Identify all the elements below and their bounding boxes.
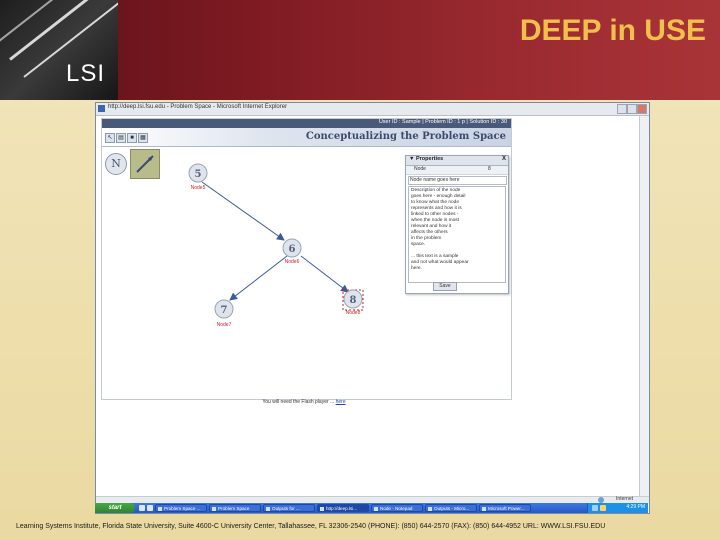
start-button[interactable]: start (95, 503, 135, 513)
window-icon (266, 507, 270, 511)
vertical-scrollbar[interactable] (639, 116, 649, 496)
taskbar-item-label: Node - Notepad (380, 506, 413, 511)
graph-node[interactable]: 6 Node6 (282, 238, 302, 265)
description-line: relevant and how it (411, 224, 452, 229)
select-icon[interactable]: ↖ (105, 133, 115, 143)
collapse-icon[interactable]: ▼ (409, 156, 416, 162)
property-row: Node 8 (406, 166, 508, 175)
slide-header-bar: LSI DEEP in USE (0, 0, 720, 100)
description-line: when the node is most (411, 218, 459, 223)
description-line: affects the others (411, 230, 448, 235)
browser-titlebar[interactable]: http://deep.lsi.fsu.edu - Problem Space … (96, 103, 649, 116)
browser-window: http://deep.lsi.fsu.edu - Problem Space … (95, 102, 650, 514)
taskbar-item-label: Microsoft Power... (488, 506, 525, 511)
taskbar-item[interactable]: Problem Space ... (155, 504, 207, 512)
graph-node[interactable]: 7 Node7 (214, 299, 234, 328)
taskbar-item[interactable]: Outputs - Micro... (425, 504, 477, 512)
node-number: 6 (289, 244, 296, 255)
graph-node[interactable]: 5 Node5 (188, 163, 208, 191)
slide-footer: Learning Systems Institute, Florida Stat… (16, 523, 606, 530)
node-number: 8 (350, 295, 357, 306)
logo-text: LSI (66, 60, 106, 87)
taskbar-item-label: Outputs for ... (272, 506, 300, 511)
minimize-icon[interactable] (617, 104, 627, 114)
taskbar-item-label: Outputs - Micro... (434, 506, 470, 511)
window-icon (320, 507, 324, 511)
window-icon (374, 507, 378, 511)
edge-6-7[interactable] (229, 255, 288, 301)
description-line: represents and how it is (411, 206, 462, 211)
edge-6-8[interactable] (300, 255, 349, 293)
node-name-field[interactable]: Node name goes here (408, 176, 507, 185)
lsi-logo: LSI (0, 0, 118, 100)
print-icon[interactable]: ▦ (138, 133, 148, 143)
properties-title: Properties (415, 156, 444, 162)
volume-icon[interactable] (600, 505, 606, 511)
status-zone-text: Internet (616, 496, 633, 502)
edge-5-6[interactable] (201, 181, 285, 241)
description-line: Description of the node (411, 188, 461, 193)
node-label: Node8 (346, 310, 361, 316)
property-value: 8 (488, 166, 491, 172)
property-key: Node (414, 166, 426, 172)
taskbar-item[interactable]: Outputs for ... (263, 504, 315, 512)
properties-panel: ▼ Properties X Node 8 Node name goes her… (405, 155, 509, 294)
flash-notice: You will need the Flash player ... here (262, 399, 346, 405)
window-icon (158, 507, 162, 511)
problem-space-app: User ID : Sample | Problem ID : 1 p | So… (101, 118, 512, 400)
window-icon (428, 507, 432, 511)
close-icon[interactable]: X (502, 156, 506, 162)
quick-launch-desktop-icon[interactable] (147, 505, 153, 511)
app-header: ↖ ▤ ■ ▦ Conceptualizing the Problem Spac… (102, 128, 511, 147)
graph-node-selected[interactable]: 8 Node8 (342, 289, 364, 316)
description-line: linked to other nodes - (411, 212, 459, 217)
description-line: here. (411, 266, 422, 271)
node-number: 5 (195, 169, 202, 180)
open-icon[interactable]: ▤ (116, 133, 126, 143)
taskbar-item-label: Problem Space (218, 506, 250, 511)
node-label: Node5 (191, 185, 206, 191)
ie-icon (98, 105, 105, 112)
maximize-icon[interactable] (627, 104, 637, 114)
flash-download-link[interactable]: here (336, 399, 346, 405)
clock[interactable]: 4:29 PM (626, 504, 645, 510)
window-icon (482, 507, 486, 511)
description-line: and not what would appear (411, 260, 469, 265)
windows-taskbar: start Problem Space ... Problem Space Ou… (95, 503, 648, 513)
network-icon[interactable] (592, 505, 598, 511)
description-line: ... this text is a sample (411, 254, 459, 259)
node-number: 7 (221, 305, 228, 316)
browser-title: http://deep.lsi.fsu.edu - Problem Space … (108, 104, 288, 110)
description-line: to know what the node (411, 200, 460, 205)
taskbar-item-active[interactable]: http://deep.lsi... (317, 504, 369, 512)
flash-notice-text: You will need the Flash player (262, 399, 329, 405)
save-icon[interactable]: ■ (127, 133, 137, 143)
system-tray: 4:29 PM (587, 503, 648, 513)
properties-header[interactable]: ▼ Properties X (406, 156, 508, 166)
taskbar-item-label: Problem Space ... (164, 506, 201, 511)
close-icon[interactable] (637, 104, 647, 114)
page-title: Conceptualizing the Problem Space (305, 131, 506, 142)
taskbar-item[interactable]: Problem Space (209, 504, 261, 512)
slide-title: DEEP in USE (519, 14, 706, 47)
description-line: space. (411, 242, 426, 247)
taskbar-item-label: http://deep.lsi... (326, 506, 358, 511)
description-line: goes here - enough detail (411, 194, 466, 199)
taskbar-item[interactable]: Microsoft Power... (479, 504, 531, 512)
node-label: Node7 (217, 322, 232, 328)
description-line: in the problem (411, 236, 442, 241)
session-info: User ID : Sample | Problem ID : 1 p | So… (378, 119, 507, 125)
node-description-field[interactable]: Description of the node goes here - enou… (408, 186, 506, 283)
session-info-bar: User ID : Sample | Problem ID : 1 p | So… (102, 119, 511, 128)
taskbar-item[interactable]: Node - Notepad (371, 504, 423, 512)
node-label: Node6 (285, 259, 300, 265)
window-icon (212, 507, 216, 511)
quick-launch-ie-icon[interactable] (139, 505, 145, 511)
save-button[interactable]: Save (433, 282, 457, 291)
